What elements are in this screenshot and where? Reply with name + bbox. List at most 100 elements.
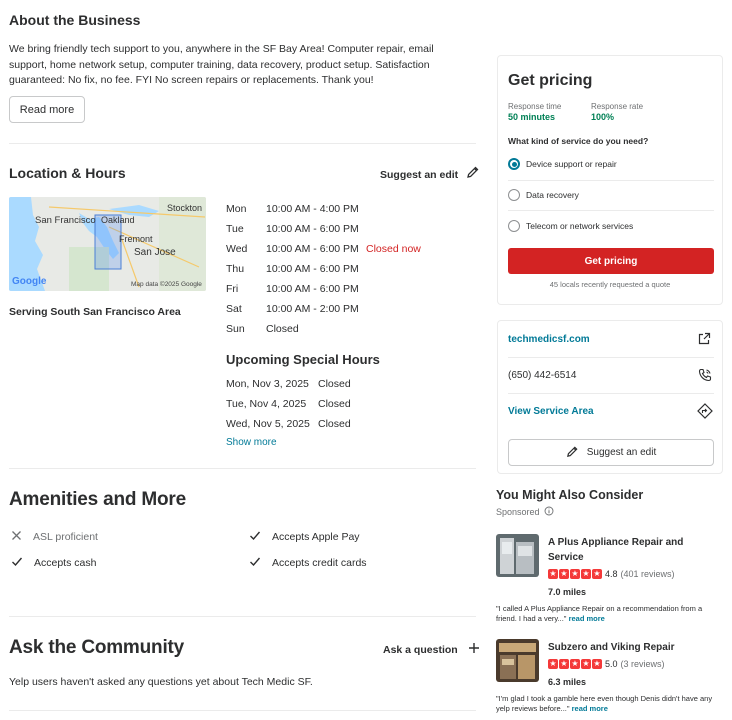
hours-day: Tue [226,223,244,235]
amenity-label: Accepts Apple Pay [272,531,360,543]
x-icon [11,530,22,544]
hours-row: Tue 10:00 AM - 6:00 PM [226,223,366,235]
map-label-san-francisco: San Francisco [35,215,96,226]
divider [9,468,476,469]
check-icon [11,556,23,570]
radio-selected[interactable] [508,158,520,170]
service-question: What kind of service do you need? [508,136,649,146]
divider [508,180,714,181]
get-pricing-card: Get pricing Response time 50 minutes Res… [497,55,723,305]
view-service-area-link[interactable]: View Service Area [508,406,594,417]
hours-day: Fri [226,283,239,295]
hours-row: Sat 10:00 AM - 2:00 PM [226,303,366,315]
special-hours-heading: Upcoming Special Hours [226,352,380,367]
response-rate-value: 100% [591,112,615,122]
show-more-link[interactable]: Show more [226,437,277,448]
divider [9,143,476,144]
sponsored-listing: A Plus Appliance Repair and Service ★ ★ ★ ★… [496,534,722,626]
review-count: (401 reviews) [620,569,675,579]
hours-day: Sat [226,303,242,315]
sponsored-listing: Subzero and Viking Repair ★ ★ ★ ★ ★ 5.0 (3 r… [496,639,722,719]
special-hours-row: Tue, Nov 4, 2025 Closed [226,398,351,410]
external-link-icon[interactable] [698,332,711,350]
divider [508,357,714,358]
service-option-device[interactable]: Device support or repair [508,158,714,170]
hours-day: Thu [226,263,245,275]
amenity-item: Accepts cash [11,556,96,570]
read-more-link[interactable]: read more [569,614,605,623]
plus-icon [468,641,480,659]
check-icon [249,530,261,544]
listing-photo[interactable] [496,639,539,682]
consider-heading: You Might Also Consider [496,488,644,502]
website-link[interactable]: techmedicsf.com [508,334,590,345]
about-description: We bring friendly tech support to you, a… [9,43,434,86]
star-rating-icon: ★ ★ ★ ★ ★ [548,659,602,669]
listing-distance: 6.3 miles [548,677,587,687]
listing-name[interactable]: A Plus Appliance Repair and Service [548,535,718,565]
amenity-item: ASL proficient [11,530,98,544]
star-rating-icon: ★ ★ ★ ★ ★ [548,569,602,579]
about-heading: About the Business [9,12,141,28]
suggest-edit-label: Suggest an edit [380,168,459,181]
listing-name[interactable]: Subzero and Viking Repair [548,640,718,655]
ask-question-button[interactable]: Ask a question [383,641,480,659]
review-count: (3 reviews) [620,659,665,669]
hours-day: Wed [226,243,248,255]
closed-now-status: Closed now [366,243,421,255]
hours-time: 10:00 AM - 6:00 PM [266,263,359,275]
directions-icon[interactable] [697,403,713,424]
radio-unselected[interactable] [508,189,520,201]
hours-day: Sun [226,323,245,335]
listing-rating: ★ ★ ★ ★ ★ 4.8 (401 reviews) [548,569,675,579]
special-status: Closed [318,378,351,390]
special-hours-row: Wed, Nov 5, 2025 Closed [226,418,351,430]
hours-row: Fri 10:00 AM - 6:00 PM [226,283,366,295]
divider [508,393,714,394]
map-label-fremont: Fremont [119,234,153,244]
divider [9,616,476,617]
hours-time: 10:00 AM - 6:00 PM [266,223,359,235]
map-label-san-jose: San Jose [134,247,176,258]
hours-row: Wed 10:00 AM - 6:00 PM Closed now [226,243,421,255]
community-empty-text: Yelp users haven't asked any questions y… [9,676,313,688]
special-date: Mon, Nov 3, 2025 [226,378,309,390]
location-heading: Location & Hours [9,165,126,181]
sponsored-label: Sponsored [496,507,540,517]
hours-time: Closed [266,323,299,335]
divider [9,710,476,711]
special-status: Closed [318,398,351,410]
amenities-heading: Amenities and More [9,489,186,510]
suggest-edit-link[interactable]: Suggest an edit [380,165,480,184]
listing-photo[interactable] [496,534,539,577]
service-option-telecom[interactable]: Telecom or network services [508,220,714,232]
amenity-label: ASL proficient [33,531,98,543]
get-pricing-button[interactable]: Get pricing [508,248,714,274]
info-icon[interactable] [544,506,554,518]
hours-time: 10:00 AM - 6:00 PM [266,243,359,255]
suggest-edit-label: Suggest an edit [586,447,657,458]
check-icon [249,556,261,570]
hours-time: 10:00 AM - 2:00 PM [266,303,359,315]
amenity-item: Accepts Apple Pay [249,530,360,544]
service-area-map[interactable]: San Francisco Oakland Stockton Fremont S… [9,197,206,291]
sponsored-label-wrap: Sponsored [496,506,554,518]
pricing-heading: Get pricing [508,72,593,89]
amenity-item: Accepts credit cards [249,556,367,570]
listing-quote: "I'm glad I took a gamble here even thou… [496,694,722,714]
suggest-edit-button[interactable]: Suggest an edit [508,439,714,466]
amenity-label: Accepts cash [34,557,97,569]
pencil-icon [566,445,579,461]
read-more-link[interactable]: read more [572,704,608,713]
read-more-button[interactable]: Read more [9,96,85,123]
listing-distance: 7.0 miles [548,587,587,597]
contact-card: techmedicsf.com (650) 442-6514 View Serv… [497,320,723,474]
ask-question-label: Ask a question [383,644,458,656]
response-time-value: 50 minutes [508,112,556,122]
service-option-data-recovery[interactable]: Data recovery [508,189,714,201]
phone-icon[interactable] [698,368,712,387]
radio-unselected[interactable] [508,220,520,232]
hours-row: Thu 10:00 AM - 6:00 PM [226,263,366,275]
option-label: Device support or repair [526,159,617,169]
pencil-icon [466,165,480,184]
